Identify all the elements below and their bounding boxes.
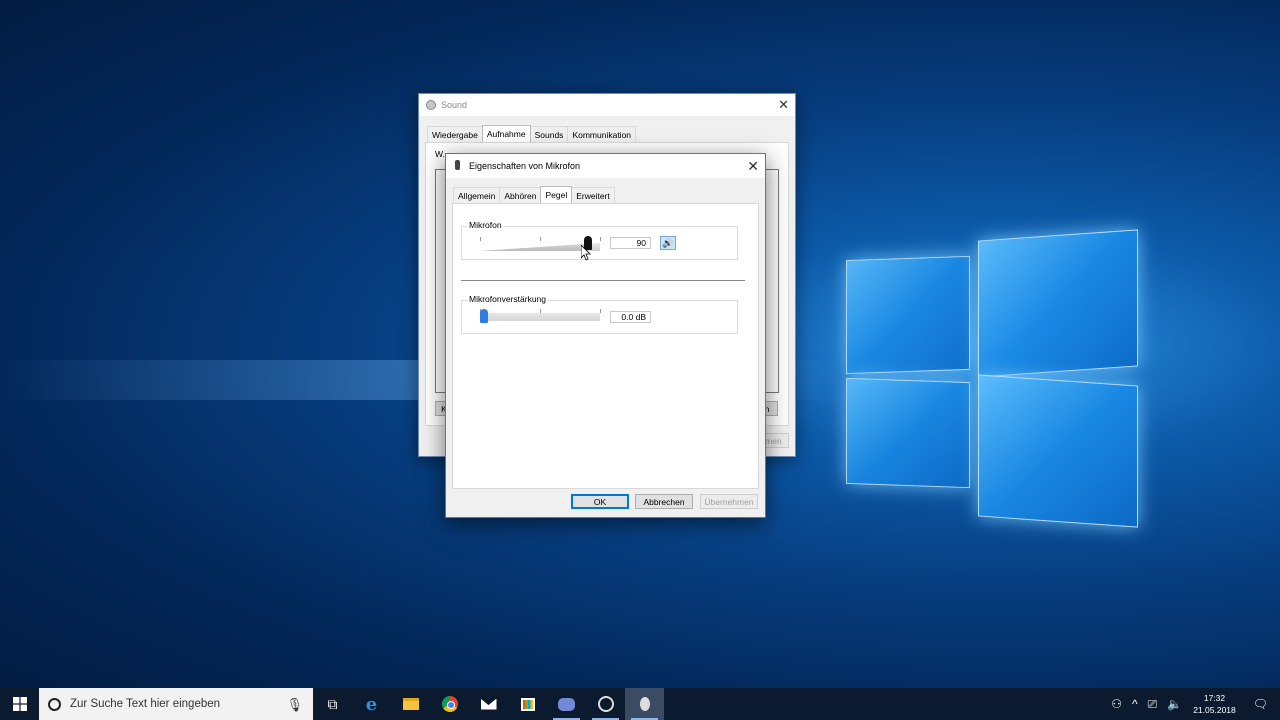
boost-slider-thumb[interactable] (480, 309, 488, 323)
sound-window-title: Sound (441, 100, 468, 110)
apply-button[interactable]: Übernehmen (700, 494, 758, 509)
search-placeholder: Zur Suche Text hier eingeben (70, 698, 221, 710)
mikrofon-group: Mikrofon 90 🔊 (461, 220, 738, 260)
clock[interactable]: 17:32 21.05.2018 (1193, 692, 1236, 716)
chrome-icon[interactable] (430, 688, 469, 720)
mikrofon-slider-fill (480, 243, 588, 251)
boost-group: Mikrofonverstärkung 0.0 dB (461, 294, 738, 334)
microphone-icon[interactable]: 🎙 (286, 697, 303, 713)
microphone-icon (455, 160, 460, 170)
mikrofon-level-value[interactable]: 90 (610, 237, 651, 249)
tab-abhoeren[interactable]: Abhören (499, 187, 542, 204)
task-view-icon[interactable]: ⧉ (313, 688, 352, 720)
sound-tabs: Wiedergabe Aufnahme Sounds Kommunikation (427, 124, 637, 144)
tab-sounds[interactable]: Sounds (529, 126, 569, 143)
sound-titlebar[interactable]: Sound ✕ (419, 94, 795, 116)
clock-date: 21.05.2018 (1193, 705, 1236, 715)
notifications-icon[interactable]: 🗨 (1253, 697, 1268, 711)
chevron-up-icon[interactable]: ^ (1132, 697, 1138, 711)
slider-tick (540, 237, 541, 241)
file-explorer-icon[interactable] (391, 688, 430, 720)
slider-tick (600, 237, 601, 241)
system-tray: ⚇ ^ ⎚ 🔈 17:32 21.05.2018 🗨 (1106, 688, 1280, 720)
store-icon[interactable] (508, 688, 547, 720)
ok-button[interactable]: OK (571, 494, 629, 509)
separator-line (461, 280, 745, 281)
people-icon[interactable]: ⚇ (1111, 697, 1122, 711)
tab-erweitert[interactable]: Erweitert (571, 187, 615, 204)
taskbar: Zur Suche Text hier eingeben 🎙 ⧉ e ⚇ ^ ⎚… (0, 688, 1280, 720)
slider-tick (480, 237, 481, 241)
wallpaper-logo-pane (978, 374, 1138, 528)
discord-icon[interactable] (547, 688, 586, 720)
wallpaper-logo-pane (846, 377, 970, 489)
tab-kommunikation[interactable]: Kommunikation (567, 126, 637, 143)
mic-dialog-title: Eigenschaften von Mikrofon (469, 161, 581, 171)
slider-tick (540, 309, 541, 313)
boost-level-value[interactable]: 0.0 dB (610, 311, 651, 323)
tab-allgemein[interactable]: Allgemein (453, 187, 501, 204)
wallpaper-logo-pane (846, 255, 970, 375)
slider-tick (600, 309, 601, 313)
sound-settings-icon[interactable] (625, 688, 664, 720)
clock-time: 17:32 (1203, 693, 1226, 703)
cancel-button[interactable]: Abbrechen (635, 494, 693, 509)
volume-icon[interactable]: 🔈 (1167, 697, 1182, 711)
wallpaper-logo-pane (978, 229, 1138, 378)
close-icon[interactable]: ✕ (747, 158, 759, 175)
start-button[interactable] (0, 688, 39, 720)
tab-wiedergabe[interactable]: Wiedergabe (427, 126, 483, 143)
boost-label: Mikrofonverstärkung (468, 294, 548, 304)
cortana-circle-icon (48, 697, 61, 711)
boost-slider-track[interactable] (480, 313, 600, 321)
network-icon[interactable]: ⎚ (1148, 697, 1158, 712)
windows-logo-icon (12, 697, 27, 711)
obs-icon[interactable] (586, 688, 625, 720)
mute-toggle-speaker-icon[interactable]: 🔊 (660, 236, 676, 250)
mic-dialog-titlebar[interactable]: Eigenschaften von Mikrofon ✕ (446, 154, 765, 178)
close-icon[interactable]: ✕ (778, 97, 789, 113)
mic-tabs: Allgemein Abhören Pegel Erweitert (453, 185, 615, 205)
sound-app-icon (426, 100, 436, 110)
mikrofon-label: Mikrofon (468, 220, 503, 230)
mouse-cursor-icon (581, 245, 591, 261)
taskbar-search-box[interactable]: Zur Suche Text hier eingeben 🎙 (39, 688, 313, 720)
mail-icon[interactable] (469, 688, 508, 720)
mic-properties-dialog[interactable]: Eigenschaften von Mikrofon ✕ Allgemein A… (445, 153, 766, 518)
pegel-panel: Mikrofon 90 🔊 Mikrofonverstärkung 0.0 dB (452, 203, 759, 489)
edge-icon[interactable]: e (352, 688, 391, 720)
